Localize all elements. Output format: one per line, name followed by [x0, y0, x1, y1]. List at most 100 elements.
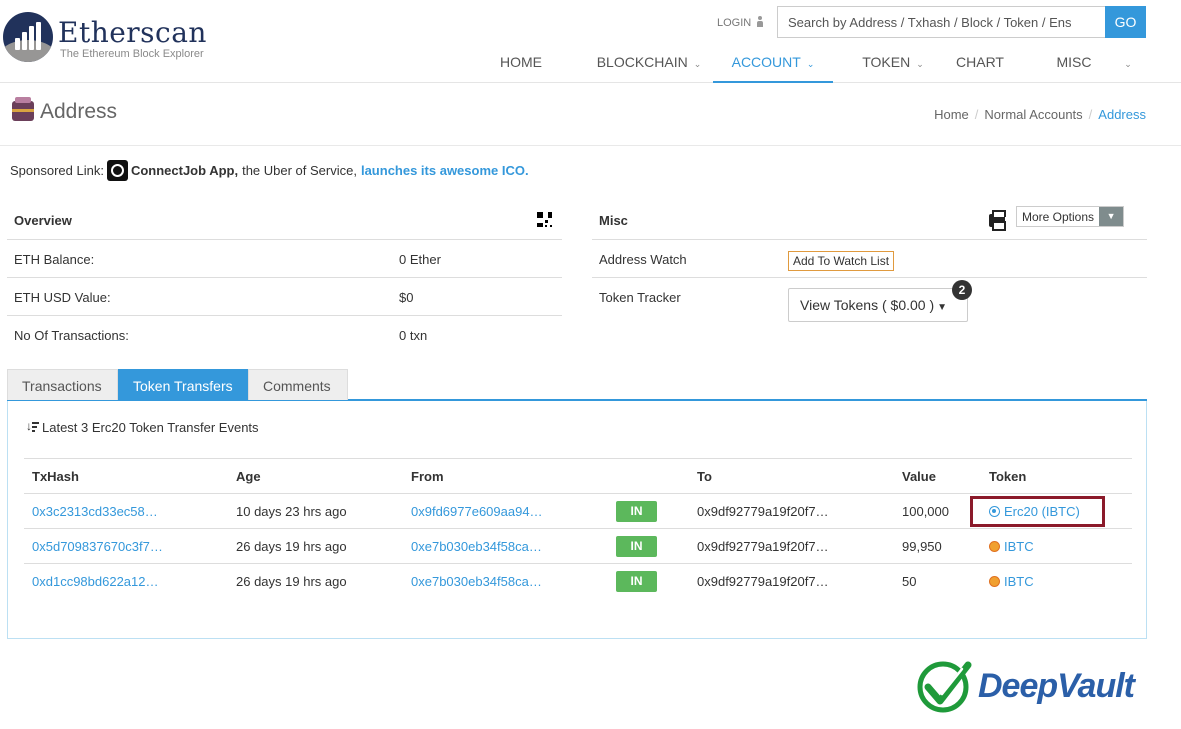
- col-token: Token: [981, 458, 1132, 494]
- token-tracker-row: Token Tracker View Tokens ( $0.00 ) ▼ 2: [592, 278, 1147, 324]
- age-cell: 26 days 19 hrs ago: [236, 573, 347, 589]
- print-icon[interactable]: [989, 210, 1006, 231]
- user-icon: [756, 16, 764, 27]
- age-cell: 10 days 23 hrs ago: [228, 493, 403, 529]
- view-tokens-label: View Tokens ( $0.00 ): [800, 297, 935, 313]
- token-transfers-panel: Latest 3 Erc20 Token Transfer Events TxH…: [7, 401, 1147, 639]
- age-cell: 26 days 19 hrs ago: [228, 528, 403, 564]
- from-address-link[interactable]: 0xe7b030eb34f58ca…: [411, 574, 542, 589]
- token-count-badge: 2: [952, 280, 972, 300]
- txhash-link[interactable]: 0x5d709837670c3f7…: [32, 539, 163, 554]
- deepvault-text: DeepVault: [978, 667, 1135, 705]
- tx-count-row: No Of Transactions: 0 txn: [7, 316, 562, 354]
- sponsored-cta-link[interactable]: launches its awesome ICO.: [361, 163, 529, 178]
- txhash-link[interactable]: 0xd1cc98bd622a12…: [32, 574, 159, 589]
- token-transfers-table: TxHash Age From To Value Token 0x3c2313c…: [24, 458, 1132, 599]
- col-direction: [608, 458, 689, 494]
- nav-home-label: HOME: [500, 54, 542, 70]
- search-go-button[interactable]: GO: [1105, 6, 1146, 38]
- token-name: IBTC: [1004, 538, 1034, 554]
- nav-home[interactable]: HOME: [480, 44, 562, 83]
- etherscan-logo[interactable]: Etherscan The Ethereum Block Explorer: [3, 12, 243, 68]
- tab-token-transfers[interactable]: Token Transfers: [118, 369, 248, 400]
- nav-more[interactable]: ⌄: [1118, 44, 1138, 83]
- login-link[interactable]: LOGIN: [717, 16, 764, 29]
- logo-icon: [3, 12, 53, 62]
- from-address-link[interactable]: 0x9fd6977e609aa94…: [411, 504, 543, 519]
- logo-name: Etherscan: [58, 16, 207, 49]
- nav-blockchain[interactable]: BLOCKCHAIN ⌄: [586, 44, 712, 83]
- chevron-down-icon: ▼: [1099, 207, 1124, 226]
- nav-misc[interactable]: MISC: [1046, 44, 1102, 83]
- misc-heading: Misc More Options ▼: [592, 199, 1147, 240]
- sponsored-link: Sponsored Link: ConnectJob App, the Uber…: [10, 160, 529, 181]
- deepvault-check-icon: [917, 661, 972, 713]
- to-address: 0x9df92779a19f20f7…: [689, 493, 894, 529]
- txhash-link[interactable]: 0x3c2313cd33ec58…: [32, 504, 158, 519]
- token-name: IBTC: [1004, 573, 1034, 589]
- nav-account[interactable]: ACCOUNT ⌄: [713, 44, 833, 83]
- qr-code-icon[interactable]: [536, 211, 553, 228]
- more-options-button[interactable]: More Options ▼: [1016, 206, 1125, 227]
- from-address-link[interactable]: 0xe7b030eb34f58ca…: [411, 539, 542, 554]
- logo-tagline: The Ethereum Block Explorer: [60, 48, 204, 60]
- caret-down-icon: ▼: [937, 302, 948, 313]
- token-link[interactable]: IBTC: [989, 574, 1034, 589]
- sort-icon: [26, 419, 39, 434]
- tab-transactions[interactable]: Transactions: [7, 369, 118, 400]
- title-bar: Address Home / Normal Accounts / Address: [0, 84, 1181, 146]
- view-tokens-dropdown[interactable]: View Tokens ( $0.00 ) ▼: [788, 288, 968, 322]
- table-header-row: TxHash Age From To Value Token: [24, 458, 1132, 494]
- col-to: To: [689, 458, 894, 494]
- direction-badge: IN: [616, 535, 657, 557]
- search-input[interactable]: [777, 6, 1105, 38]
- nav-token[interactable]: TOKEN ⌄: [848, 44, 938, 83]
- add-to-watch-list-button[interactable]: Add To Watch List: [788, 251, 895, 271]
- address-watch-row: Address Watch Add To Watch List: [592, 240, 1147, 278]
- address-tabs: Transactions Token Transfers Comments: [7, 369, 1147, 401]
- col-value: Value: [894, 458, 981, 494]
- token-link[interactable]: IBTC: [989, 539, 1034, 554]
- login-label: LOGIN: [717, 17, 752, 29]
- table-row: 0x5d709837670c3f7… 26 days 19 hrs ago 0x…: [24, 528, 1132, 564]
- table-row: 0xd1cc98bd622a12… 26 days 19 hrs ago 0xe…: [24, 564, 1132, 599]
- transfers-summary-text: Latest 3 Erc20 Token Transfer Events: [42, 420, 259, 435]
- highlight-annotation: [970, 496, 1105, 527]
- nav-chart[interactable]: CHART: [950, 44, 1010, 83]
- breadcrumb-normal-accounts[interactable]: Normal Accounts: [984, 107, 1082, 122]
- ibtc-icon: [989, 575, 1000, 587]
- sponsored-app-name: ConnectJob App,: [130, 163, 239, 178]
- address-watch-label: Address Watch: [599, 252, 687, 267]
- misc-panel: Misc More Options ▼ Address Watch Add To…: [592, 199, 1147, 324]
- connectjob-icon: [106, 160, 128, 181]
- value-cell: 50: [902, 573, 917, 589]
- to-address: 0x9df92779a19f20f7…: [697, 573, 829, 589]
- more-options-label: More Options: [1017, 207, 1100, 226]
- breadcrumb-current: Address: [1098, 107, 1146, 122]
- tab-comments[interactable]: Comments: [248, 369, 348, 400]
- chevron-down-icon: ⌄: [916, 59, 924, 69]
- misc-title: Misc: [599, 213, 628, 228]
- nav-account-label: ACCOUNT: [731, 54, 801, 70]
- nav-chart-label: CHART: [956, 54, 1004, 70]
- eth-balance-row: ETH Balance: 0 Ether: [7, 240, 562, 278]
- token-tracker-label: Token Tracker: [599, 290, 681, 305]
- nav-blockchain-label: BLOCKCHAIN: [596, 54, 688, 70]
- eth-usd-value: $0: [399, 290, 414, 305]
- redacted-address: [120, 100, 524, 132]
- chevron-down-icon: ⌄: [1124, 59, 1132, 69]
- overview-heading: Overview: [7, 199, 562, 240]
- tab-token-transfers-label: Token Transfers: [133, 378, 233, 394]
- overview-panel: Overview ETH Balance: 0 Ether ETH USD Va…: [7, 199, 562, 354]
- eth-usd-row: ETH USD Value: $0: [7, 278, 562, 316]
- direction-badge: IN: [616, 500, 657, 522]
- ibtc-icon: [989, 540, 1000, 552]
- chevron-down-icon: ⌄: [693, 59, 702, 69]
- deepvault-watermark: DeepVault: [916, 657, 1138, 715]
- overview-title: Overview: [14, 213, 72, 228]
- breadcrumb-home[interactable]: Home: [934, 107, 969, 122]
- nav-misc-label: MISC: [1056, 54, 1092, 70]
- eth-usd-label: ETH USD Value:: [14, 290, 111, 305]
- main-nav: HOME BLOCKCHAIN ⌄ ACCOUNT ⌄ TOKEN ⌄ CHART M…: [480, 44, 1180, 83]
- tx-count-value: 0 txn: [399, 328, 428, 343]
